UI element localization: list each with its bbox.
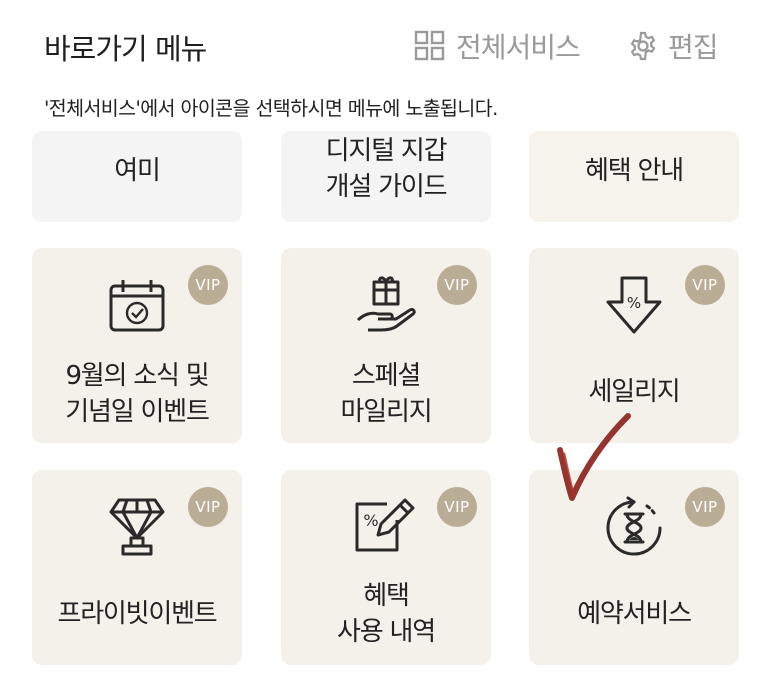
calendar-check-icon <box>109 280 165 332</box>
tile-reservation-service[interactable]: VIP 예약서비스 <box>529 470 739 665</box>
header: 바로가기 메뉴 전체서비스 편집 <box>0 0 773 90</box>
gear-icon <box>630 31 656 61</box>
svg-text:%: % <box>363 511 378 530</box>
page-title: 바로가기 메뉴 <box>44 32 207 66</box>
notice-text: '전체서비스'에서 아이콘을 선택하시면 메뉴에 노출됩니다. <box>44 97 498 120</box>
vip-badge: VIP <box>437 487 477 527</box>
vip-badge: VIP <box>437 265 477 305</box>
tile-label: 스페셜 마일리지 <box>340 361 433 427</box>
tile-label: 프라이빗이벤트 <box>57 599 217 629</box>
all-services-label: 전체서비스 <box>456 31 581 64</box>
tile-label: 혜택 안내 <box>585 156 684 186</box>
diamond-trophy-icon <box>109 498 165 556</box>
tile-september-news-event[interactable]: VIP 9월의 소식 및 기념일 이벤트 <box>32 248 242 443</box>
vip-badge: VIP <box>188 265 228 305</box>
tile-private-event[interactable]: VIP 프라이빗이벤트 <box>32 470 242 665</box>
tile-label: 예약서비스 <box>577 599 692 629</box>
all-services-button[interactable]: 전체서비스 <box>414 26 581 66</box>
tile-label: 여미 <box>114 156 161 186</box>
grid-icon <box>414 30 445 61</box>
tile-digital-wallet-guide[interactable]: 디지털 지갑 개설 가이드 <box>281 131 491 222</box>
discount-arrow-icon: % <box>606 276 662 334</box>
edit-label: 편집 <box>668 31 719 64</box>
vip-badge: VIP <box>685 265 725 305</box>
tile-label: 디지털 지갑 개설 가이드 <box>325 136 448 202</box>
hourglass-refresh-icon <box>606 496 662 556</box>
tile-special-mileage[interactable]: VIP 스페셜 마일리지 <box>281 248 491 443</box>
tile-label: 혜택 사용 내역 <box>337 581 436 647</box>
edit-button[interactable]: 편집 <box>628 26 719 66</box>
vip-badge: VIP <box>188 487 228 527</box>
gift-hand-icon <box>356 276 416 332</box>
svg-text:%: % <box>627 294 641 312</box>
tile-label: 세일리지 <box>588 377 681 407</box>
vip-badge: VIP <box>685 487 725 527</box>
tile-benefit-info[interactable]: 혜택 안내 <box>529 131 739 222</box>
tile-label: 9월의 소식 및 기념일 이벤트 <box>65 361 210 427</box>
tile-benefit-usage-history[interactable]: VIP % 혜택 사용 내역 <box>281 470 491 665</box>
tile-saleage[interactable]: VIP % 세일리지 <box>529 248 739 443</box>
coupon-pencil-icon: % <box>355 498 415 552</box>
tile-yeomi[interactable]: 여미 <box>32 131 242 222</box>
